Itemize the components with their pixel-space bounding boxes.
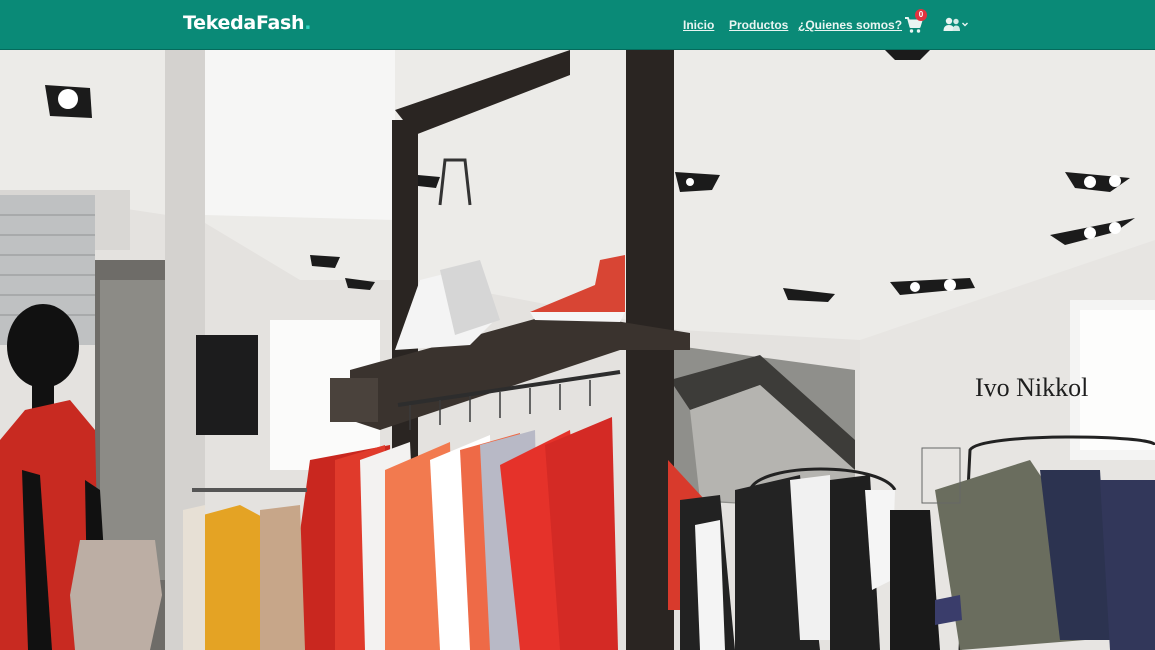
nav-link-inicio[interactable]: Inicio (683, 18, 714, 32)
top-navbar: TekedaFash. Inicio Productos ¿Quienes so… (0, 0, 1155, 50)
hero-store-image: Ivo Nikkol (0, 50, 1155, 650)
cart-count-badge: 0 (915, 9, 927, 21)
nav-link-quienes-somos[interactable]: ¿Quienes somos? (798, 18, 902, 32)
brand-dot: . (304, 12, 312, 34)
user-menu-toggle[interactable] (943, 16, 971, 34)
users-icon (943, 17, 960, 31)
brand-text: TekedaFash (183, 12, 305, 34)
nav-link-productos[interactable]: Productos (729, 18, 788, 32)
chevron-down-icon (962, 22, 968, 27)
brand-logo[interactable]: TekedaFash. (183, 12, 311, 34)
store-sign-text: Ivo Nikkol (975, 373, 1088, 402)
